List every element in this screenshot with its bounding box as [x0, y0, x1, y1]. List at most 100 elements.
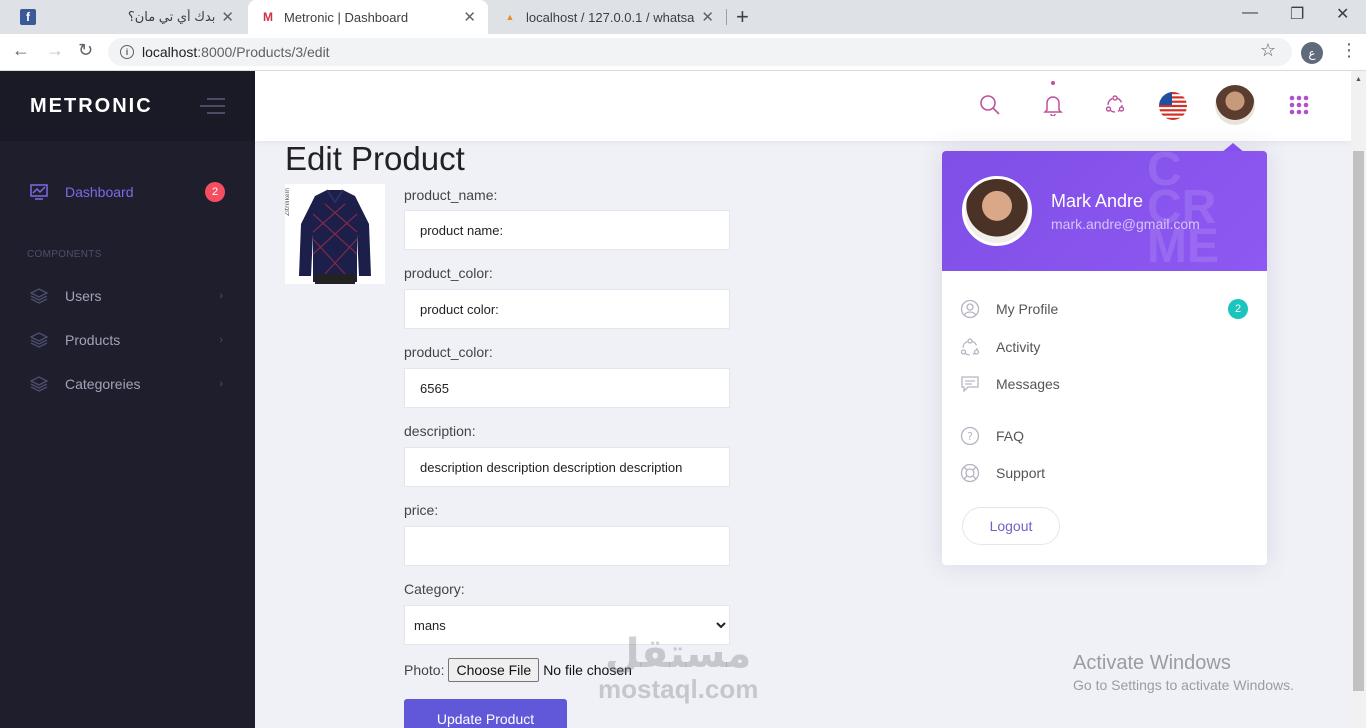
notification-badge: 2: [205, 182, 225, 202]
browser-address-bar: ← → ↻ i localhost:8000/Products/3/edit ☆…: [0, 34, 1366, 71]
menu-item-activity[interactable]: Activity: [960, 334, 1250, 360]
activation-subtitle: Go to Settings to activate Windows.: [1073, 677, 1294, 693]
bell-icon[interactable]: [1039, 91, 1067, 119]
layers-icon: [30, 287, 48, 305]
profile-badge: 2: [1228, 299, 1248, 319]
search-icon[interactable]: [976, 91, 1004, 119]
sidebar-section-label: COMPONENTS: [27, 249, 102, 260]
menu-item-label: Support: [996, 465, 1046, 481]
svg-text:Zitrilikeln: Zitrilikeln: [285, 188, 291, 216]
field-label: description:: [404, 423, 476, 439]
sidebar-item-categories[interactable]: Categoreies ›: [0, 364, 255, 404]
sidebar-item-label: Categoreies: [65, 376, 141, 392]
sidebar-item-label: Products: [65, 332, 121, 348]
reload-icon[interactable]: ↻: [78, 40, 93, 61]
product-name-input[interactable]: product name:: [404, 210, 730, 250]
product-color-input[interactable]: product color:: [404, 289, 730, 329]
user-email: mark.andre@gmail.com: [1051, 216, 1200, 232]
notification-dot: [1051, 81, 1055, 85]
windows-activation-watermark: Activate Windows Go to Settings to activ…: [1073, 652, 1294, 693]
page-scrollbar[interactable]: ▲: [1351, 71, 1366, 728]
site-watermark: مستقل mostaql.com: [598, 632, 758, 702]
site-watermark-url: mostaql.com: [598, 674, 759, 704]
svg-text:?: ?: [967, 430, 973, 443]
browser-menu-icon[interactable]: ⋮: [1340, 40, 1358, 61]
brand-bar: METRONIC: [0, 71, 255, 141]
close-tab-icon[interactable]: ✕: [701, 8, 714, 26]
scroll-up-icon[interactable]: ▲: [1355, 76, 1362, 83]
network-icon[interactable]: [1101, 91, 1129, 119]
menu-item-faq[interactable]: ? FAQ: [960, 423, 1250, 449]
header-decoration: C CR ME: [1147, 151, 1219, 271]
sidebar: METRONIC Dashboard 2 COMPONENTS Users › …: [0, 71, 255, 728]
sidebar-item-label: Users: [65, 288, 102, 304]
window-close-icon[interactable]: ✕: [1336, 4, 1349, 24]
menu-item-label: My Profile: [996, 301, 1059, 317]
help-icon: ?: [960, 426, 980, 446]
field-label: Photo:: [404, 662, 445, 678]
choose-file-button[interactable]: Choose File: [448, 658, 540, 682]
url-input[interactable]: i localhost:8000/Products/3/edit ☆: [108, 38, 1292, 66]
browser-profile-avatar[interactable]: ع: [1301, 42, 1323, 64]
back-icon[interactable]: ←: [12, 40, 30, 61]
messages-icon: [960, 374, 980, 394]
menu-item-label: Messages: [996, 376, 1060, 392]
profile-icon: [960, 299, 980, 319]
scrollbar-thumb[interactable]: [1353, 151, 1364, 691]
field-label: price:: [404, 502, 439, 518]
brand-logo[interactable]: METRONIC: [30, 95, 153, 118]
menu-item-label: FAQ: [996, 428, 1025, 444]
bookmark-star-icon[interactable]: ☆: [1260, 40, 1276, 61]
sidebar-item-dashboard[interactable]: Dashboard 2: [0, 172, 255, 212]
restore-icon[interactable]: ❐: [1290, 4, 1304, 24]
field-label: product_color:: [404, 265, 493, 281]
menu-item-label: Activity: [996, 339, 1041, 355]
product-color-code-input[interactable]: 6565: [404, 368, 730, 408]
chevron-right-icon: ›: [219, 378, 223, 390]
menu-item-messages[interactable]: Messages: [960, 371, 1250, 397]
activation-title: Activate Windows: [1073, 652, 1231, 674]
browser-tab-facebook[interactable]: f بدك أي تي مان؟ ✕: [8, 0, 246, 34]
user-dropdown-header: C CR ME Mark Andre mark.andre@gmail.com: [942, 151, 1267, 271]
minimize-icon[interactable]: —: [1242, 4, 1258, 22]
apps-grid-icon[interactable]: [1285, 91, 1313, 119]
logout-button[interactable]: Logout: [962, 507, 1060, 545]
field-label: product_name:: [404, 187, 498, 203]
activity-icon: [960, 337, 980, 357]
browser-tab-phpmyadmin[interactable]: ▲ localhost / 127.0.0.1 / whatsap / … ✕: [490, 0, 726, 34]
phpmyadmin-icon: ▲: [505, 12, 515, 22]
field-label: Category:: [404, 581, 465, 597]
description-input[interactable]: description description description desc…: [404, 447, 730, 487]
site-watermark-arabic: مستقل: [605, 632, 752, 676]
close-tab-icon[interactable]: ✕: [463, 8, 476, 26]
user-dropdown: C CR ME Mark Andre mark.andre@gmail.com My…: [942, 151, 1267, 565]
forward-icon[interactable]: →: [46, 40, 64, 61]
profile-avatar: [962, 176, 1032, 246]
chevron-right-icon: ›: [219, 334, 223, 346]
sidebar-item-label: Dashboard: [65, 184, 134, 200]
user-name: Mark Andre: [1051, 191, 1144, 211]
metronic-icon: M: [263, 10, 273, 24]
sidebar-toggle-icon[interactable]: [200, 98, 225, 119]
new-tab-icon[interactable]: +: [736, 4, 749, 30]
info-icon[interactable]: i: [120, 45, 134, 59]
update-product-button[interactable]: Update Product: [404, 699, 567, 728]
close-tab-icon[interactable]: ✕: [221, 8, 234, 26]
sidebar-item-users[interactable]: Users ›: [0, 276, 255, 316]
chart-icon: [30, 183, 48, 201]
layers-icon: [30, 375, 48, 393]
price-input[interactable]: [404, 526, 730, 566]
menu-item-my-profile[interactable]: My Profile 2: [960, 296, 1250, 322]
layers-icon: [30, 331, 48, 349]
us-flag-icon[interactable]: [1159, 92, 1187, 120]
menu-item-support[interactable]: Support: [960, 460, 1250, 486]
top-header: [255, 71, 1351, 141]
browser-tab-metronic[interactable]: M Metronic | Dashboard ✕: [248, 0, 488, 34]
sidebar-item-products[interactable]: Products ›: [0, 320, 255, 360]
product-image: Zitrilikeln: [285, 184, 385, 284]
chevron-right-icon: ›: [219, 290, 223, 302]
tab-separator: [726, 9, 727, 25]
facebook-icon: f: [20, 9, 36, 25]
user-avatar[interactable]: [1215, 85, 1255, 125]
browser-tab-bar: f بدك أي تي مان؟ ✕ M Metronic | Dashboar…: [0, 0, 1366, 34]
